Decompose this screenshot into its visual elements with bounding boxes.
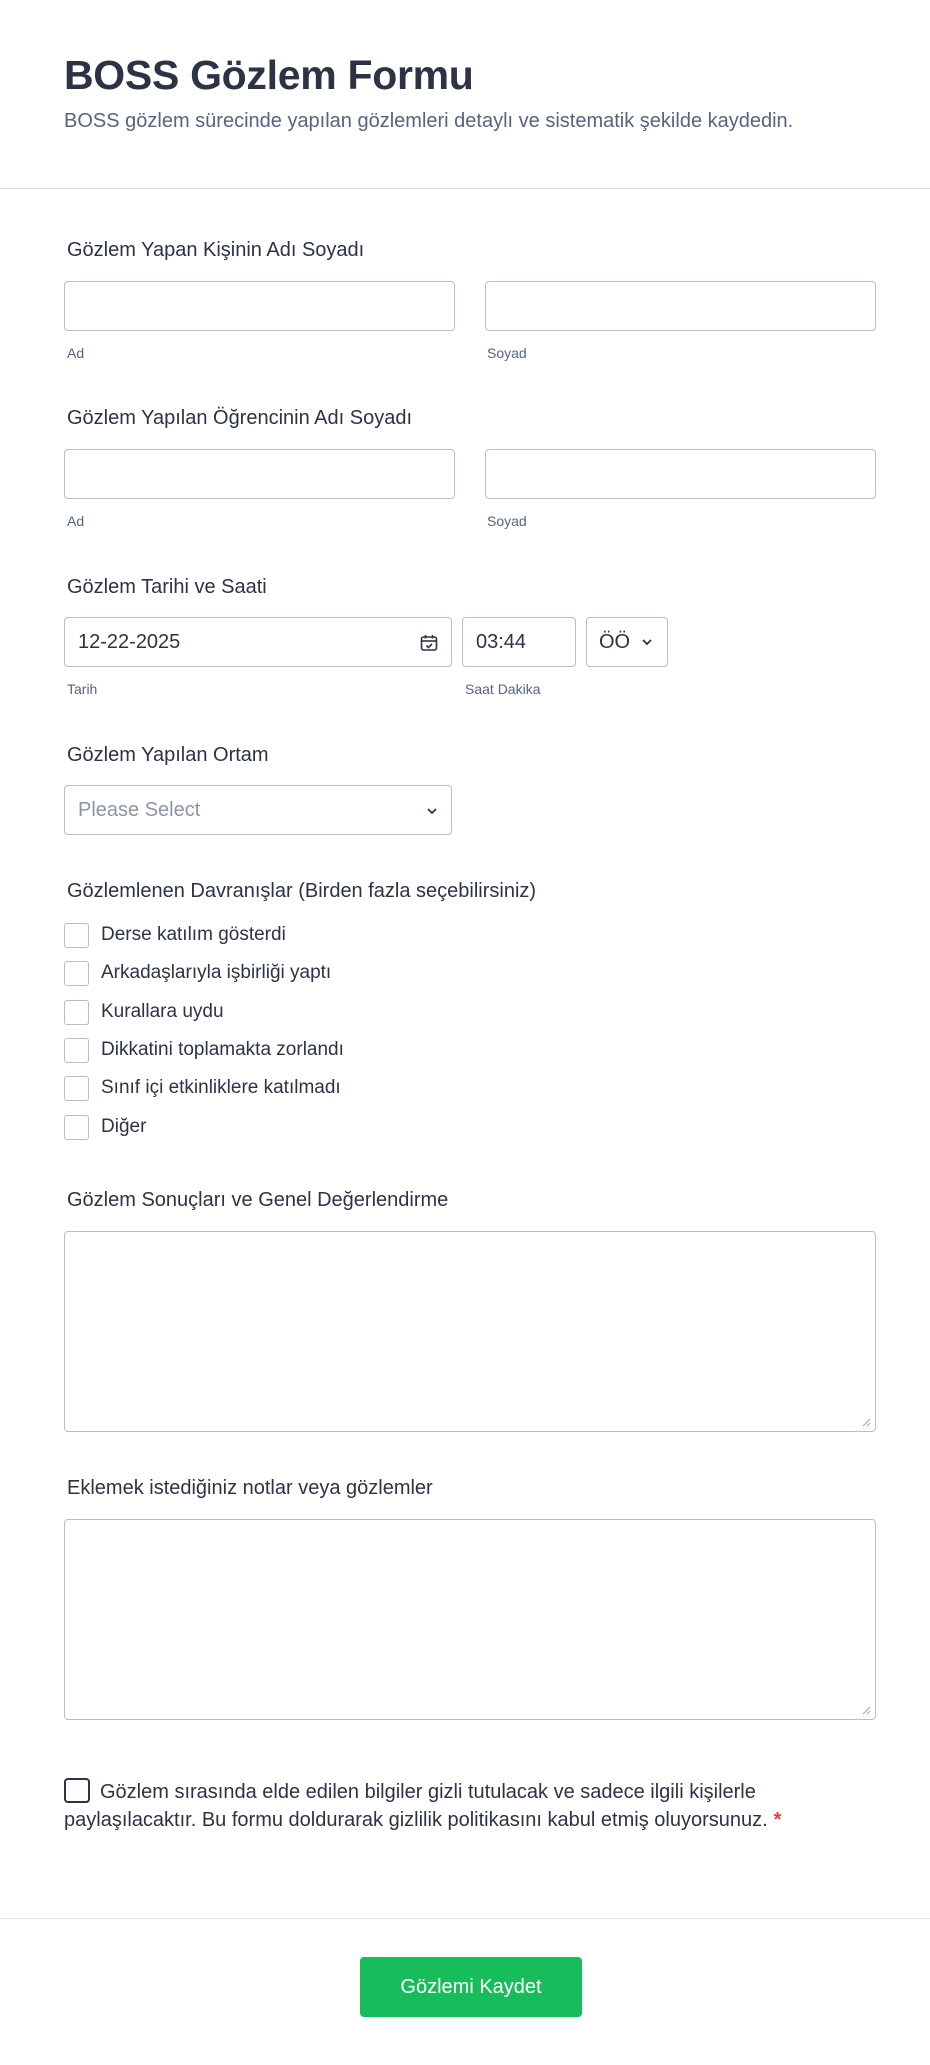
results-label: Gözlem Sonuçları ve Genel Değerlendirme (67, 1189, 449, 1211)
submit-button[interactable]: Gözlemi Kaydet (360, 1957, 582, 2017)
required-mark: * (773, 1809, 782, 1831)
observer-last-name-input[interactable] (485, 281, 876, 331)
behaviors-label: Gözlemlenen Davranışlar (Birden fazla se… (67, 880, 537, 902)
chevron-down-icon (640, 635, 654, 649)
behavior-option-label: Arkadaşlarıyla işbirliği yaptı (101, 962, 332, 983)
environment-label: Gözlem Yapılan Ortam (67, 744, 269, 766)
behavior-option-label: Derse katılım gösterdi (101, 924, 286, 945)
notes-textarea[interactable] (64, 1519, 876, 1720)
page-subtitle: BOSS gözlem sürecinde yapılan gözlemleri… (64, 110, 794, 132)
date-value: 12-22-2025 (78, 630, 181, 653)
results-textarea[interactable] (64, 1231, 876, 1432)
student-first-name-sublabel: Ad (67, 513, 85, 529)
checkbox[interactable] (64, 960, 89, 986)
behavior-option-label: Kurallara uydu (101, 1001, 224, 1022)
consent-text: Gözlem sırasında elde edilen bilgiler gi… (64, 1781, 768, 1831)
behavior-option[interactable]: Diğer (64, 1114, 146, 1140)
behavior-option-label: Dikkatini toplamakta zorlandı (101, 1039, 344, 1060)
calendar-icon[interactable] (416, 630, 442, 656)
ampm-select[interactable]: ÖÖ (586, 617, 668, 667)
resize-handle-icon[interactable] (861, 1417, 871, 1427)
checkbox[interactable] (64, 922, 89, 948)
observer-first-name-sublabel: Ad (67, 345, 85, 361)
form-header: BOSS Gözlem Formu BOSS gözlem sürecinde … (0, 0, 930, 189)
chevron-down-icon (422, 801, 442, 821)
behavior-option-label: Sınıf içi etkinliklere katılmadı (101, 1077, 341, 1098)
date-sublabel: Tarih (67, 681, 98, 697)
checkbox[interactable] (64, 1037, 89, 1063)
student-last-name-input[interactable] (485, 449, 876, 499)
behavior-option[interactable]: Arkadaşlarıyla işbirliği yaptı (64, 960, 331, 986)
observer-first-name-input[interactable] (64, 281, 455, 331)
observer-name-label: Gözlem Yapan Kişinin Adı Soyadı (67, 239, 365, 261)
footer-divider (0, 1918, 930, 1919)
notes-label: Eklemek istediğiniz notlar veya gözlemle… (67, 1477, 433, 1499)
behavior-option[interactable]: Dikkatini toplamakta zorlandı (64, 1037, 344, 1063)
student-last-name-sublabel: Soyad (487, 513, 527, 529)
consent-checkbox[interactable] (64, 1778, 90, 1803)
checkbox[interactable] (64, 1114, 89, 1140)
checkbox[interactable] (64, 1075, 89, 1101)
environment-placeholder: Please Select (78, 798, 201, 821)
resize-handle-icon[interactable] (861, 1705, 871, 1715)
student-name-label: Gözlem Yapılan Öğrencinin Adı Soyadı (67, 407, 413, 429)
behavior-option-label: Diğer (101, 1116, 147, 1137)
behavior-option[interactable]: Kurallara uydu (64, 999, 224, 1025)
checkbox[interactable] (64, 999, 89, 1025)
page-title: BOSS Gözlem Formu (64, 52, 474, 98)
consent-field: Gözlem sırasında elde edilen bilgiler gi… (64, 1778, 784, 1834)
datetime-label: Gözlem Tarihi ve Saati (67, 576, 267, 598)
student-first-name-input[interactable] (64, 449, 455, 499)
behavior-option[interactable]: Sınıf içi etkinliklere katılmadı (64, 1075, 341, 1101)
observer-last-name-sublabel: Soyad (487, 345, 527, 361)
date-input[interactable]: 12-22-2025 (64, 617, 452, 667)
ampm-value: ÖÖ (599, 630, 631, 653)
behavior-option[interactable]: Derse katılım gösterdi (64, 922, 286, 948)
environment-select[interactable]: Please Select (64, 785, 452, 835)
time-value: 03:44 (476, 630, 527, 653)
time-input[interactable]: 03:44 (462, 617, 576, 667)
time-sublabel: Saat Dakika (465, 681, 541, 697)
